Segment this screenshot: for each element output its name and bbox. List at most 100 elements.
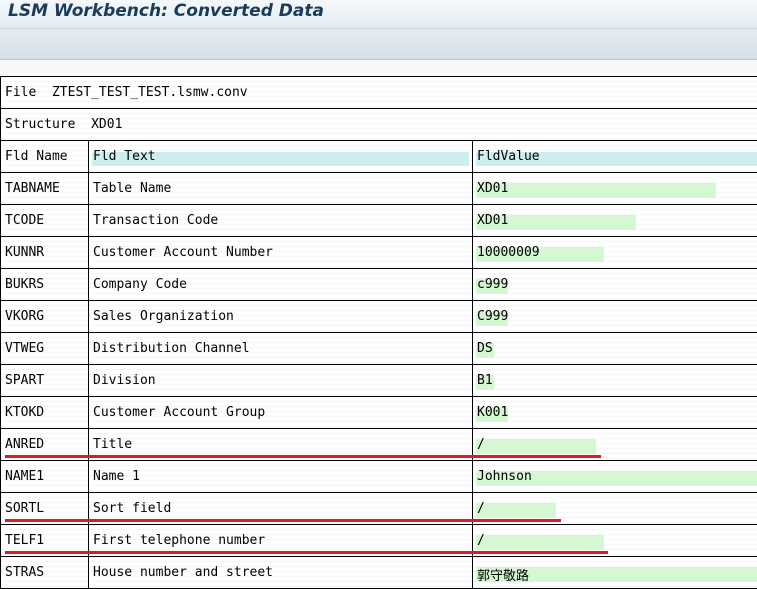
header-fld-name[interactable]: Fld Name: [1, 141, 89, 172]
field-text: Table Name: [93, 181, 172, 196]
value-highlight: [476, 503, 556, 518]
field-value-cell[interactable]: B1: [473, 365, 757, 396]
field-value-cell[interactable]: XD01: [473, 205, 757, 236]
field-value[interactable]: Johnson: [477, 469, 532, 484]
table-row: STRAS House number and street 郭守敬路: [0, 557, 757, 589]
field-text-cell: Customer Account Number: [89, 237, 473, 268]
field-text: First telephone number: [93, 533, 266, 548]
structure-row: Structure XD01: [0, 109, 757, 141]
field-name: VKORG: [5, 309, 45, 324]
structure-label: Structure XD01: [5, 117, 123, 132]
field-text-cell: Name 1: [89, 461, 473, 492]
field-text-cell: Table Name: [89, 173, 473, 204]
field-name: KUNNR: [5, 245, 45, 260]
field-name-cell: STRAS: [1, 557, 89, 588]
field-text: Distribution Channel: [93, 341, 250, 356]
field-name-cell: TCODE: [1, 205, 89, 236]
field-value[interactable]: DS: [477, 341, 493, 356]
field-text: Transaction Code: [93, 213, 219, 228]
field-value[interactable]: /: [477, 533, 485, 548]
field-text-cell: Distribution Channel: [89, 333, 473, 364]
application-toolbar: [0, 29, 757, 60]
field-name: TCODE: [5, 213, 45, 228]
field-name: NAME1: [5, 469, 45, 484]
field-value-cell[interactable]: c999: [473, 269, 757, 300]
field-text: Name 1: [93, 469, 140, 484]
data-rows: TABNAME Table Name XD01 TCODE Transaction Co…: [0, 173, 757, 589]
table-row: BUKRS Company Code c999: [0, 269, 757, 301]
converted-data-grid: File ZTEST_TEST_TEST.lsmw.conv Structure…: [0, 76, 757, 589]
field-name: SORTL: [5, 501, 45, 516]
table-row: TCODE Transaction Code XD01: [0, 205, 757, 237]
structure-name: XD01: [91, 117, 123, 132]
field-value[interactable]: /: [477, 501, 485, 516]
table-row: VTWEG Distribution Channel DS: [0, 333, 757, 365]
red-underline-annotation: [5, 519, 561, 522]
field-name: TABNAME: [5, 181, 60, 196]
field-text-cell: Sales Organization: [89, 301, 473, 332]
value-highlight: [476, 535, 604, 550]
header-fld-value[interactable]: FldValue: [473, 141, 757, 172]
table-row: KUNNR Customer Account Number 10000009: [0, 237, 757, 269]
field-name-cell: SPART: [1, 365, 89, 396]
table-row: TELF1 First telephone number /: [0, 525, 757, 557]
field-value-cell[interactable]: 郭守敬路: [473, 557, 757, 588]
table-row: ANRED Title /: [0, 429, 757, 461]
red-underline-annotation: [5, 455, 601, 458]
field-value[interactable]: c999: [477, 277, 508, 292]
title-bar: LSM Workbench: Converted Data: [0, 0, 757, 29]
table-row: VKORG Sales Organization C999: [0, 301, 757, 333]
field-value-cell[interactable]: Johnson: [473, 461, 757, 492]
field-value[interactable]: C999: [477, 309, 508, 324]
field-text: Company Code: [93, 277, 187, 292]
field-name-cell: KTOKD: [1, 397, 89, 428]
table-row: SPART Division B1: [0, 365, 757, 397]
field-value-cell[interactable]: K001: [473, 397, 757, 428]
field-name: BUKRS: [5, 277, 45, 292]
table-row: TABNAME Table Name XD01: [0, 173, 757, 205]
field-text-cell: House number and street: [89, 557, 473, 588]
table-row: NAME1 Name 1 Johnson: [0, 461, 757, 493]
field-name: SPART: [5, 373, 45, 388]
table-row: KTOKD Customer Account Group K001: [0, 397, 757, 429]
field-text: Sort field: [93, 501, 172, 516]
field-text-cell: Transaction Code: [89, 205, 473, 236]
field-text: Title: [93, 437, 133, 452]
table-row: SORTL Sort field /: [0, 493, 757, 525]
field-value[interactable]: XD01: [477, 213, 508, 228]
field-name-cell: BUKRS: [1, 269, 89, 300]
field-value[interactable]: B1: [477, 373, 493, 388]
field-text: Division: [93, 373, 156, 388]
file-label: File ZTEST_TEST_TEST.lsmw.conv: [5, 85, 248, 100]
toolbar-spacer: [0, 60, 757, 76]
field-value[interactable]: /: [477, 437, 485, 452]
field-text: Customer Account Number: [93, 245, 274, 260]
field-name: STRAS: [5, 565, 45, 580]
red-underline-annotation: [5, 551, 608, 554]
field-value[interactable]: K001: [477, 405, 508, 420]
field-value-cell[interactable]: DS: [473, 333, 757, 364]
field-value[interactable]: XD01: [477, 181, 508, 196]
field-text: Sales Organization: [93, 309, 234, 324]
field-value-cell[interactable]: C999: [473, 301, 757, 332]
file-row: File ZTEST_TEST_TEST.lsmw.conv: [0, 77, 757, 109]
field-text-cell: Division: [89, 365, 473, 396]
header-fld-text[interactable]: Fld Text: [89, 141, 473, 172]
field-value-cell[interactable]: 10000009: [473, 237, 757, 268]
field-name-cell: TABNAME: [1, 173, 89, 204]
field-name-cell: KUNNR: [1, 237, 89, 268]
field-name-cell: VTWEG: [1, 333, 89, 364]
field-name-cell: VKORG: [1, 301, 89, 332]
field-text-cell: Customer Account Group: [89, 397, 473, 428]
field-value[interactable]: 郭守敬路: [477, 565, 529, 584]
file-name: ZTEST_TEST_TEST.lsmw.conv: [51, 85, 248, 100]
field-value[interactable]: 10000009: [477, 245, 540, 260]
field-name: ANRED: [5, 437, 45, 452]
value-highlight: [476, 183, 716, 198]
field-name: TELF1: [5, 533, 45, 548]
field-text-cell: Company Code: [89, 269, 473, 300]
field-name: KTOKD: [5, 405, 45, 420]
field-value-cell[interactable]: XD01: [473, 173, 757, 204]
field-text: House number and street: [93, 565, 274, 580]
window-title: LSM Workbench: Converted Data: [8, 1, 324, 21]
